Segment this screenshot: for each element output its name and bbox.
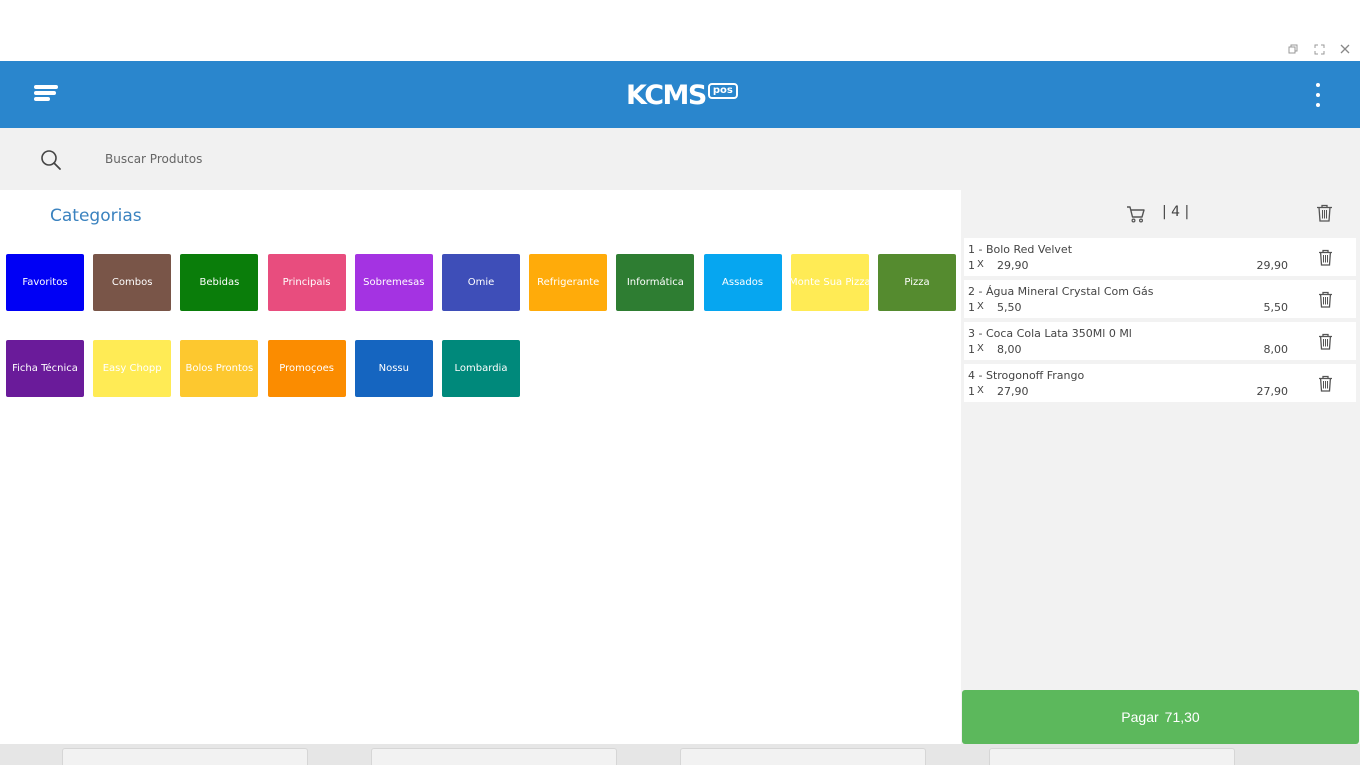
cart-item-name: 2 - Água Mineral Crystal Com Gás [968,285,1154,298]
remove-item-trash-icon[interactable] [1318,249,1333,266]
logo-main-text: KCMS [626,79,707,111]
cart-item[interactable]: 4 - Strogonoff Frango 1 X 27,90 27,90 [964,364,1356,402]
cart-item-times: X [977,259,984,270]
cart-item-total: 27,90 [1256,385,1289,398]
category-tile[interactable]: Ficha Técnica [6,340,84,397]
category-tile[interactable]: Combos [93,254,172,311]
restore-icon[interactable] [1285,41,1301,57]
cart-item-total: 5,50 [1263,301,1289,314]
pay-amount: 71,30 [1164,709,1200,725]
category-tile[interactable]: Omie [442,254,520,311]
app-header: KCMS pos [0,61,1360,128]
cart-item-qty: 1 [968,259,975,272]
footer-tab-1[interactable] [62,748,308,765]
footer-tab-3[interactable] [680,748,926,765]
pay-label: Pagar [1121,709,1159,725]
remove-item-trash-icon[interactable] [1318,333,1333,350]
clear-cart-trash-icon[interactable] [1316,204,1333,222]
maximize-icon[interactable] [1311,41,1327,57]
category-tile[interactable]: Sobremesas [354,254,433,311]
cart-item-qty: 1 [968,301,975,314]
cart-item-name: 4 - Strogonoff Frango [968,369,1085,382]
category-tile[interactable]: Refrigerante [529,254,608,311]
cart-item-times: X [977,301,984,312]
cart-item[interactable]: 3 - Coca Cola Lata 350Ml 0 Ml 1 X 8,00 8,00 [964,322,1356,360]
restore-icon-glyph [1288,44,1297,53]
cart-item-name: 1 - Bolo Red Velvet [968,243,1073,256]
category-tile[interactable]: Bebidas [180,254,259,311]
category-tile[interactable]: Lombardia [442,340,520,397]
cart-item[interactable]: 1 - Bolo Red Velvet 1 X 29,90 29,90 [964,238,1356,276]
kcms-pos-logo: KCMS pos [626,79,738,111]
category-tile[interactable]: Pizza [878,254,956,311]
more-options-icon[interactable] [1306,83,1330,107]
category-tile[interactable]: Assados [703,254,782,311]
cart-item[interactable]: 2 - Água Mineral Crystal Com Gás 1 X 5,50 5,… [964,280,1356,318]
cart-item-qty: 1 [968,385,975,398]
cart-item-times: X [977,343,984,354]
remove-item-trash-icon[interactable] [1318,291,1333,308]
category-tile[interactable]: Bolos Prontos [180,340,259,397]
category-tile[interactable]: Informática [616,254,695,311]
search-icon[interactable] [40,149,62,171]
remove-item-trash-icon[interactable] [1318,375,1333,392]
cart-item-name: 3 - Coca Cola Lata 350Ml 0 Ml [968,327,1132,340]
maximize-icon-glyph [1314,44,1324,54]
pay-button[interactable]: Pagar 71,30 [962,690,1359,744]
categories-title: Categorias [50,206,142,226]
cart-count: | 4 | [1162,204,1190,220]
cart-item-unit-price: 27,90 [997,385,1029,398]
window-titlebar [0,0,1360,61]
logo-sub-text: pos [707,83,738,99]
category-tile[interactable]: Principais [267,254,346,311]
cart-item-qty: 1 [968,343,975,356]
search-input[interactable] [105,147,605,171]
cart-item-total: 8,00 [1263,343,1289,356]
category-tile[interactable]: Promoçoes [267,340,346,397]
category-tile[interactable]: Easy Chopp [93,340,172,397]
cart-item-unit-price: 5,50 [997,301,1022,314]
cart-item-unit-price: 29,90 [997,259,1029,272]
footer-tab-2[interactable] [371,748,617,765]
close-icon[interactable] [1337,41,1353,57]
footer-tab-4[interactable] [989,748,1235,765]
close-icon-glyph [1340,44,1350,54]
cart-item-unit-price: 8,00 [997,343,1022,356]
menu-icon[interactable] [34,85,58,105]
cart-icon[interactable] [1126,205,1146,223]
cart-item-total: 29,90 [1256,259,1289,272]
category-tile[interactable]: Favoritos [6,254,84,311]
category-tile[interactable]: Monte Sua Pizza [790,254,869,311]
cart-item-times: X [977,385,984,396]
category-tile[interactable]: Nossu [354,340,433,397]
